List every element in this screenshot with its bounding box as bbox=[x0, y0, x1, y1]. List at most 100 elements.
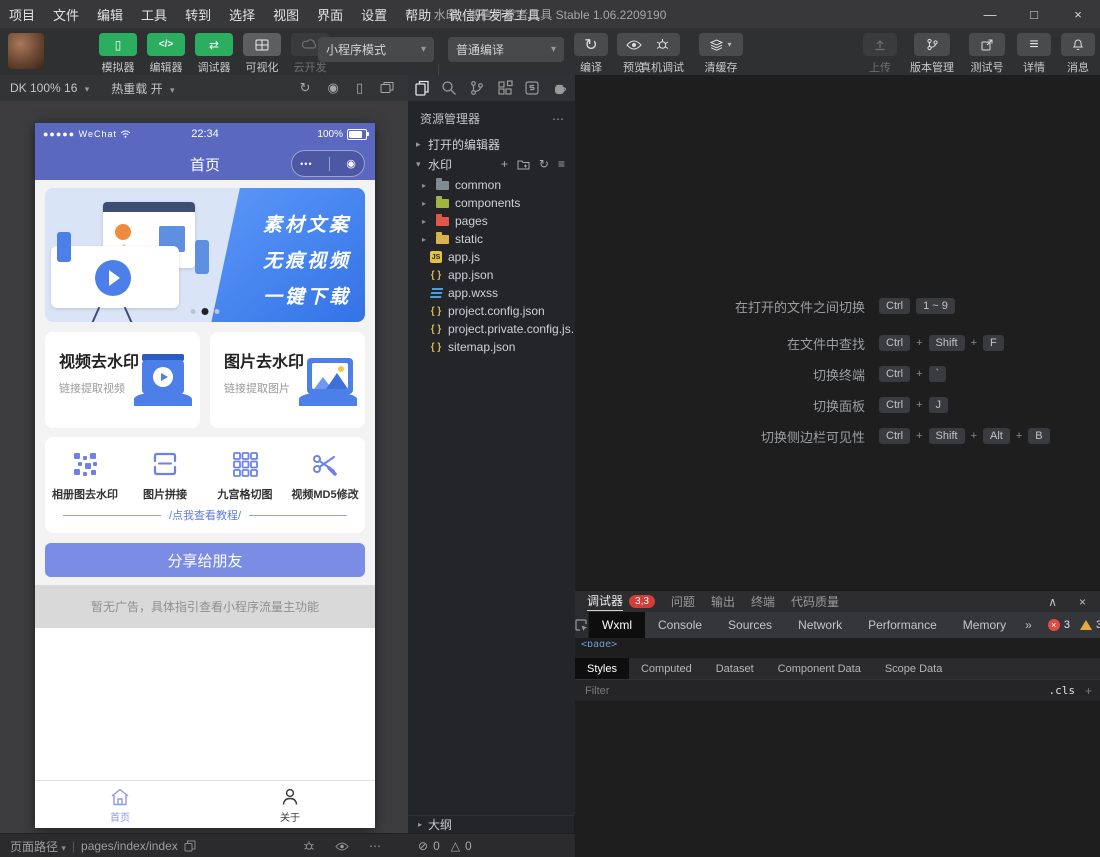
tutorial-link[interactable]: /点我查看教程/ bbox=[63, 507, 347, 523]
refresh-icon[interactable]: ↻ bbox=[300, 80, 311, 96]
menu-project[interactable]: 项目 bbox=[0, 5, 44, 24]
tree-item-components[interactable]: ▸ components bbox=[408, 194, 575, 212]
compile-button[interactable]: ↻ 编译 bbox=[572, 33, 610, 75]
new-folder-icon[interactable] bbox=[517, 159, 530, 170]
tab-home[interactable]: 首页 bbox=[35, 781, 205, 828]
tree-item-app-json[interactable]: { } app.json bbox=[408, 266, 575, 284]
tab-styles[interactable]: Styles bbox=[575, 658, 629, 680]
devtools-tab-network[interactable]: Network bbox=[785, 612, 855, 638]
refresh-tree-icon[interactable]: ↻ bbox=[539, 157, 549, 171]
menu-goto[interactable]: 转到 bbox=[176, 5, 220, 24]
tab-code-quality[interactable]: 代码质量 bbox=[791, 593, 839, 610]
filter-input[interactable] bbox=[583, 684, 1048, 698]
new-file-icon[interactable]: + bbox=[501, 157, 508, 171]
outline-section[interactable]: ▸ 大纲 bbox=[408, 815, 575, 833]
version-control-button[interactable]: 版本管理 bbox=[906, 33, 958, 75]
tree-item-common[interactable]: ▸ common bbox=[408, 176, 575, 194]
menu-file[interactable]: 文件 bbox=[44, 5, 88, 24]
devtools-tab-sources[interactable]: Sources bbox=[715, 612, 785, 638]
test-account-button[interactable]: 测试号 bbox=[966, 33, 1008, 75]
simulator-button[interactable]: ▯ 模拟器 bbox=[96, 33, 140, 75]
source-control-icon[interactable] bbox=[469, 80, 485, 96]
nine-grid-tool[interactable]: 九宫格切图 bbox=[205, 449, 285, 502]
files-icon[interactable] bbox=[414, 80, 430, 96]
video-watermark-card[interactable]: 视频去水印 链接提取视频 bbox=[45, 332, 200, 428]
warning-triangle-icon[interactable]: △ bbox=[451, 839, 460, 853]
image-watermark-card[interactable]: 图片去水印 链接提取图片 bbox=[210, 332, 365, 428]
tree-item-project-private-config[interactable]: { } project.private.config.js... bbox=[408, 320, 575, 338]
copy-icon[interactable] bbox=[184, 840, 196, 852]
tab-computed[interactable]: Computed bbox=[629, 658, 704, 680]
tab-scope-data[interactable]: Scope Data bbox=[873, 658, 954, 680]
tab-about[interactable]: 关于 bbox=[205, 781, 375, 828]
record-icon[interactable]: ◉ bbox=[328, 80, 339, 96]
tree-item-app-wxss[interactable]: app.wxss bbox=[408, 284, 575, 302]
details-button[interactable]: ≡ 详情 bbox=[1016, 33, 1052, 75]
tab-debugger[interactable]: 调试器 bbox=[587, 592, 623, 611]
debugger-button[interactable]: ⇄ 调试器 bbox=[192, 33, 236, 75]
menu-select[interactable]: 选择 bbox=[220, 5, 264, 24]
devtools-tab-memory[interactable]: Memory bbox=[950, 612, 1019, 638]
tree-item-pages[interactable]: ▸ pages bbox=[408, 212, 575, 230]
more-actions-icon[interactable]: ⋯ bbox=[552, 112, 565, 126]
tree-item-static[interactable]: ▸ static bbox=[408, 230, 575, 248]
tree-item-project-config[interactable]: { } project.config.json bbox=[408, 302, 575, 320]
upload-button[interactable]: 上传 bbox=[862, 33, 898, 75]
image-splice-tool[interactable]: 图片拼接 bbox=[125, 449, 205, 502]
tab-terminal[interactable]: 终端 bbox=[751, 593, 775, 610]
page-path-select[interactable]: 页面路径 ▾ bbox=[10, 838, 66, 855]
error-count[interactable]: × 3 bbox=[1048, 619, 1070, 631]
exit-miniprogram-button[interactable]: ◉ bbox=[346, 157, 356, 170]
menu-tools[interactable]: 工具 bbox=[132, 5, 176, 24]
warning-count[interactable]: 3 bbox=[1080, 619, 1100, 631]
extensions-icon[interactable] bbox=[497, 80, 513, 96]
tree-item-sitemap[interactable]: { } sitemap.json bbox=[408, 338, 575, 356]
device-select[interactable]: DK 100% 16 ▾ bbox=[0, 81, 89, 95]
tab-output[interactable]: 输出 bbox=[711, 593, 735, 610]
editor-button[interactable]: </> 编辑器 bbox=[144, 33, 188, 75]
close-icon[interactable]: × bbox=[1056, 0, 1100, 28]
open-editors-section[interactable]: ▸ 打开的编辑器 bbox=[408, 134, 575, 154]
sitemap-icon[interactable] bbox=[524, 80, 540, 96]
new-style-rule-button[interactable]: + bbox=[1085, 684, 1092, 698]
editor-area[interactable]: 在打开的文件之间切换 Ctrl 1 ~ 9 在文件中查找 Ctrl + Shif… bbox=[575, 75, 1100, 590]
video-md5-tool[interactable]: 视频MD5修改 bbox=[285, 449, 365, 502]
toggle-class-button[interactable]: .cls bbox=[1048, 684, 1075, 697]
visualizer-button[interactable]: 可视化 bbox=[240, 33, 284, 75]
statusbar-more-icon[interactable]: ⋯ bbox=[369, 839, 381, 853]
share-button[interactable]: 分享给朋友 bbox=[45, 543, 365, 577]
remote-debug-button[interactable]: 真机调试 bbox=[636, 33, 688, 75]
error-circle-icon[interactable]: ⊘ bbox=[418, 839, 428, 853]
more-tabs-icon[interactable]: » bbox=[1019, 618, 1038, 632]
album-watermark-tool[interactable]: 相册图去水印 bbox=[45, 449, 125, 502]
tab-component-data[interactable]: Component Data bbox=[766, 658, 873, 680]
menu-edit[interactable]: 编辑 bbox=[88, 5, 132, 24]
hot-reload-toggle[interactable]: 热重载 开 ▾ bbox=[89, 80, 174, 97]
search-icon[interactable] bbox=[441, 80, 457, 96]
banner-carousel[interactable]: 素材文案 无痕视频 一键下载 bbox=[45, 188, 365, 322]
tab-dataset[interactable]: Dataset bbox=[704, 658, 766, 680]
devtools-tab-console[interactable]: Console bbox=[645, 612, 715, 638]
mode-select[interactable]: 小程序模式 ▾ bbox=[318, 37, 434, 62]
phone-frame-icon[interactable]: ▯ bbox=[356, 80, 363, 96]
close-panel-icon[interactable]: × bbox=[1079, 595, 1086, 609]
inspect-element-button[interactable] bbox=[575, 612, 589, 638]
vconsole-bug-icon[interactable] bbox=[303, 840, 315, 852]
more-menu-button[interactable]: ••• bbox=[300, 159, 312, 169]
multi-window-icon[interactable] bbox=[380, 81, 394, 94]
menu-view[interactable]: 视图 bbox=[264, 5, 308, 24]
maximize-icon[interactable]: □ bbox=[1012, 0, 1056, 28]
tree-item-app-js[interactable]: JS app.js bbox=[408, 248, 575, 266]
collapse-all-icon[interactable]: ≡ bbox=[558, 157, 565, 171]
devtools-tab-performance[interactable]: Performance bbox=[855, 612, 950, 638]
messages-button[interactable]: 消息 bbox=[1060, 33, 1096, 75]
avatar[interactable] bbox=[8, 33, 44, 69]
compile-select[interactable]: 普通编译 ▾ bbox=[448, 37, 564, 62]
devtools-tab-wxml[interactable]: Wxml bbox=[589, 612, 645, 638]
tab-problems[interactable]: 问题 bbox=[671, 593, 695, 610]
tea-icon[interactable] bbox=[552, 81, 569, 95]
preview-eye-icon[interactable] bbox=[335, 842, 349, 851]
clear-cache-button[interactable]: ▾ 清缓存 bbox=[698, 33, 744, 75]
minimize-icon[interactable]: — bbox=[968, 0, 1012, 28]
menu-settings[interactable]: 设置 bbox=[352, 5, 396, 24]
